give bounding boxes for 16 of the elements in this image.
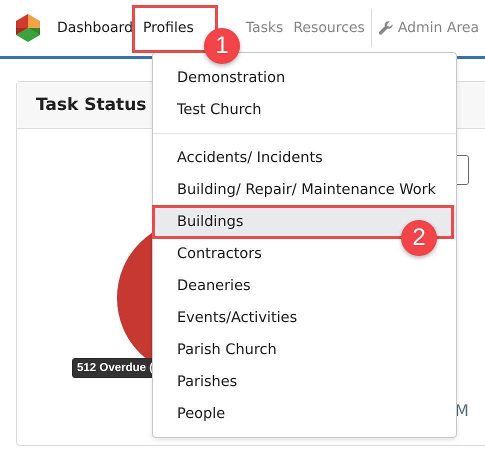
step-badge: 1: [204, 28, 240, 64]
nav-link[interactable]: Tasks: [240, 20, 288, 36]
menu-item[interactable]: Test Church: [153, 94, 456, 126]
menu-item[interactable]: Demonstration: [153, 62, 456, 94]
nav-link[interactable]: Resources: [288, 20, 370, 36]
nav-link[interactable]: Admin Area: [372, 20, 484, 36]
card-title: Task Status: [36, 95, 146, 115]
menu-item[interactable]: Deaneries: [153, 270, 456, 302]
logo-icon: [14, 13, 42, 43]
wrench-icon: [378, 20, 394, 36]
nav-link[interactable]: Dashboard: [52, 20, 138, 36]
menu-item[interactable]: Building/ Repair/ Maintenance Work: [153, 174, 456, 206]
menu-item[interactable]: People: [153, 398, 456, 430]
nav-link[interactable]: Profiles: [138, 20, 199, 36]
menu-item[interactable]: Accidents/ Incidents: [153, 142, 456, 174]
menu-item[interactable]: Events/Activities: [153, 302, 456, 334]
